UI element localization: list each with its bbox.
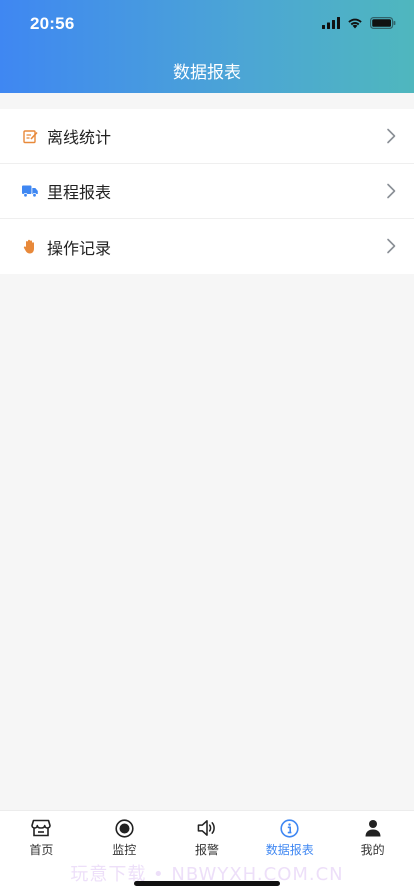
status-icons [322, 17, 396, 29]
tab-alarm[interactable]: 报警 [166, 811, 249, 861]
status-time: 20:56 [30, 14, 75, 33]
menu-item-operation-log[interactable]: 操作记录 [0, 219, 414, 274]
battery-icon [370, 17, 396, 29]
home-indicator[interactable] [134, 881, 280, 886]
tab-monitor[interactable]: 监控 [83, 811, 166, 861]
truck-icon [22, 183, 38, 199]
tab-label: 我的 [360, 843, 385, 857]
menu-item-offline-stats[interactable]: 离线统计 [0, 109, 414, 164]
menu-item-label: 操作记录 [47, 238, 112, 258]
tab-home[interactable]: 首页 [0, 811, 83, 861]
page-title: 数据报表 [173, 63, 241, 83]
chevron-right-icon [387, 183, 396, 199]
tab-label: 报警 [194, 843, 219, 857]
store-icon [31, 818, 52, 838]
report-menu: 离线统计 里程报表 操作记录 [0, 109, 414, 274]
wifi-icon [348, 18, 362, 29]
app-header: 20:56 数据报表 [0, 0, 414, 93]
menu-item-label: 里程报表 [47, 183, 112, 202]
hand-icon [22, 239, 38, 255]
status-bar: 20:56 [0, 0, 414, 50]
chevron-right-icon [387, 128, 396, 144]
tab-label: 数据报表 [265, 843, 314, 857]
chevron-right-icon [387, 238, 396, 254]
tab-label: 首页 [29, 843, 54, 857]
menu-item-label: 离线统计 [47, 128, 112, 147]
tab-data-report[interactable]: 数据报表 [248, 811, 331, 861]
tab-mine[interactable]: 我的 [331, 811, 414, 861]
tab-label: 监控 [112, 843, 137, 857]
menu-item-mileage-report[interactable]: 里程报表 [0, 164, 414, 219]
info-circle-icon [280, 818, 300, 838]
speaker-icon [197, 818, 217, 838]
signal-icon [322, 17, 340, 29]
person-icon [363, 818, 383, 838]
checklist-icon [22, 128, 38, 144]
record-circle-icon [114, 818, 134, 838]
